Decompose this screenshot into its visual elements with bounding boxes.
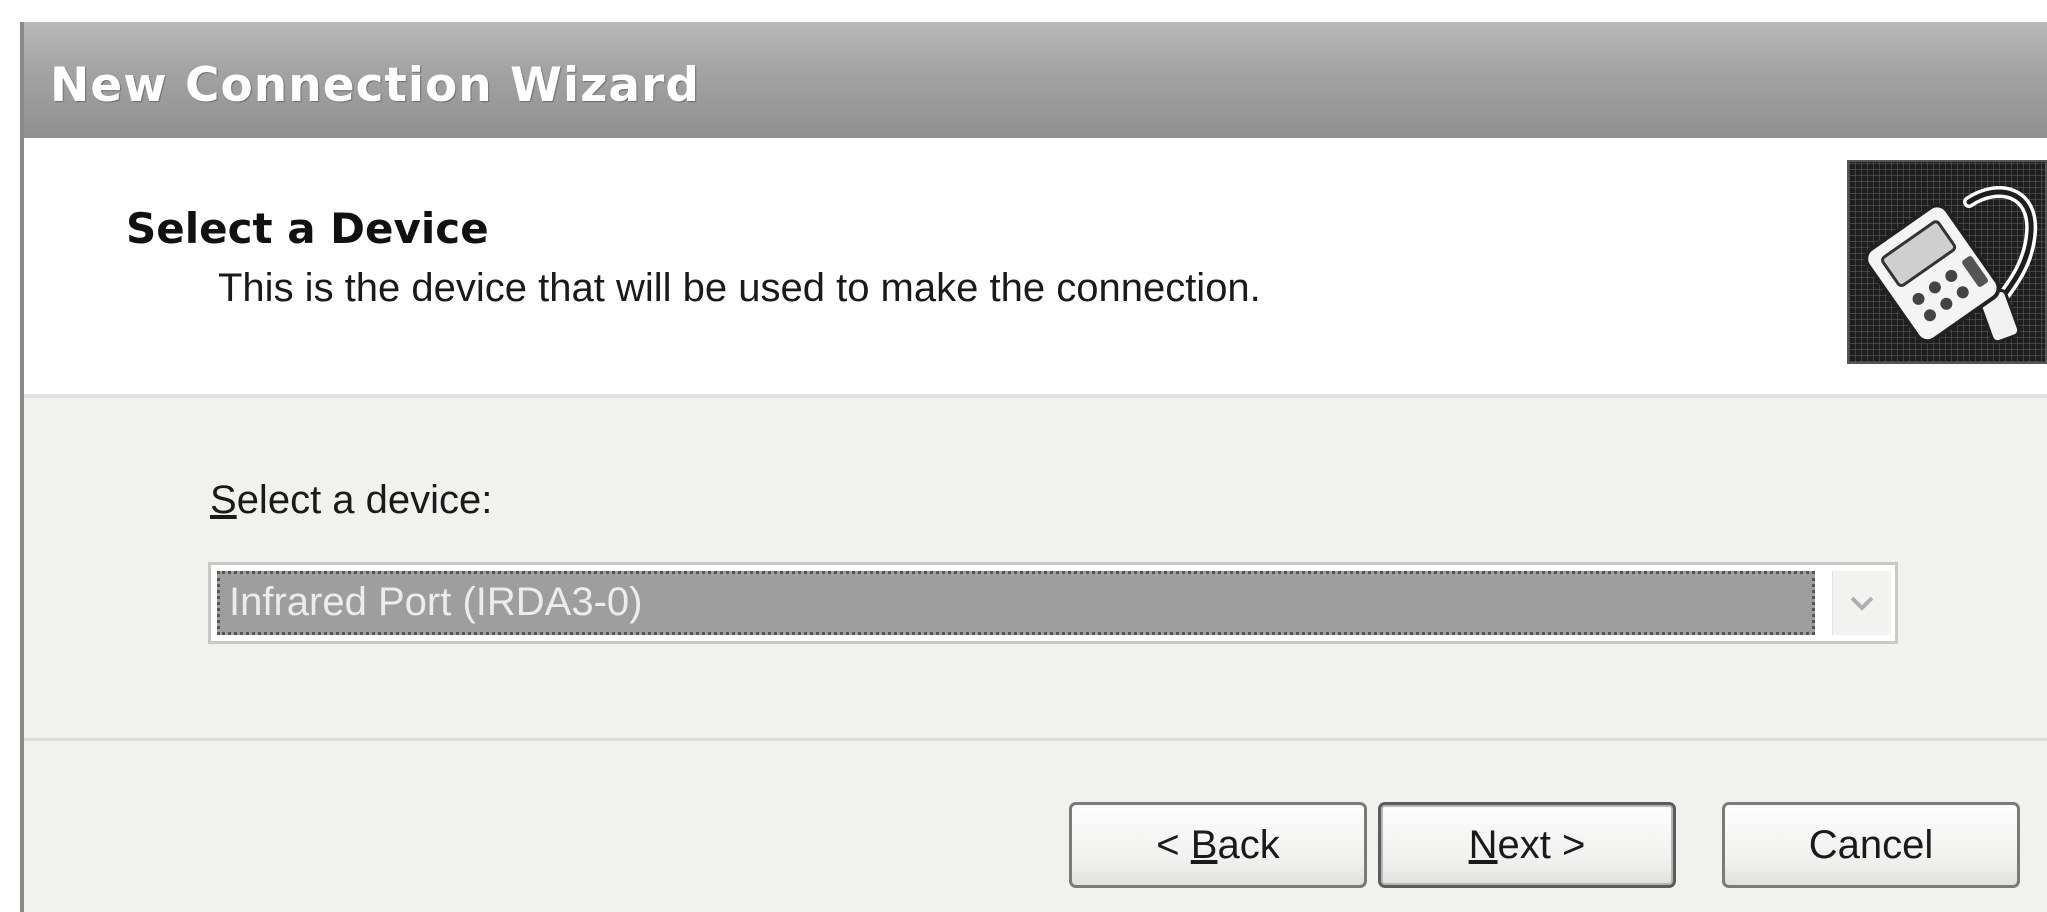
device-dropdown[interactable]: Infrared Port (IRDA3-0)	[208, 562, 1898, 644]
wizard-content: Select a device: Infrared Port (IRDA3-0)	[24, 398, 2047, 738]
wizard-window: New Connection Wizard Select a Device Th…	[20, 22, 2047, 912]
back-arrow-text: <	[1156, 822, 1191, 867]
window-title: New Connection Wizard	[50, 58, 700, 113]
back-button[interactable]: < Back	[1069, 802, 1367, 888]
wizard-device-icon	[1847, 160, 2047, 364]
next-mnemonic: N	[1468, 822, 1498, 867]
device-cable-icon	[1864, 186, 2038, 344]
select-device-label: Select a device:	[210, 478, 492, 523]
back-label: ack	[1217, 822, 1280, 867]
page-title: Select a Device	[126, 204, 489, 253]
footer-separator	[24, 738, 2047, 741]
next-label: ext >	[1497, 822, 1586, 867]
cancel-label: Cancel	[1808, 822, 1934, 867]
wizard-header: Select a Device This is the device that …	[24, 138, 2047, 398]
back-mnemonic: B	[1190, 822, 1218, 867]
next-button[interactable]: Next >	[1378, 802, 1676, 888]
device-dropdown-value: Infrared Port (IRDA3-0)	[217, 571, 1815, 635]
title-bar[interactable]: New Connection Wizard	[24, 22, 2047, 138]
chevron-down-icon[interactable]	[1832, 571, 1891, 635]
cancel-button[interactable]: Cancel	[1722, 802, 2020, 888]
page-subtitle: This is the device that will be used to …	[218, 266, 1261, 310]
label-mnemonic: S	[210, 478, 237, 522]
label-text: elect a device:	[236, 478, 493, 522]
